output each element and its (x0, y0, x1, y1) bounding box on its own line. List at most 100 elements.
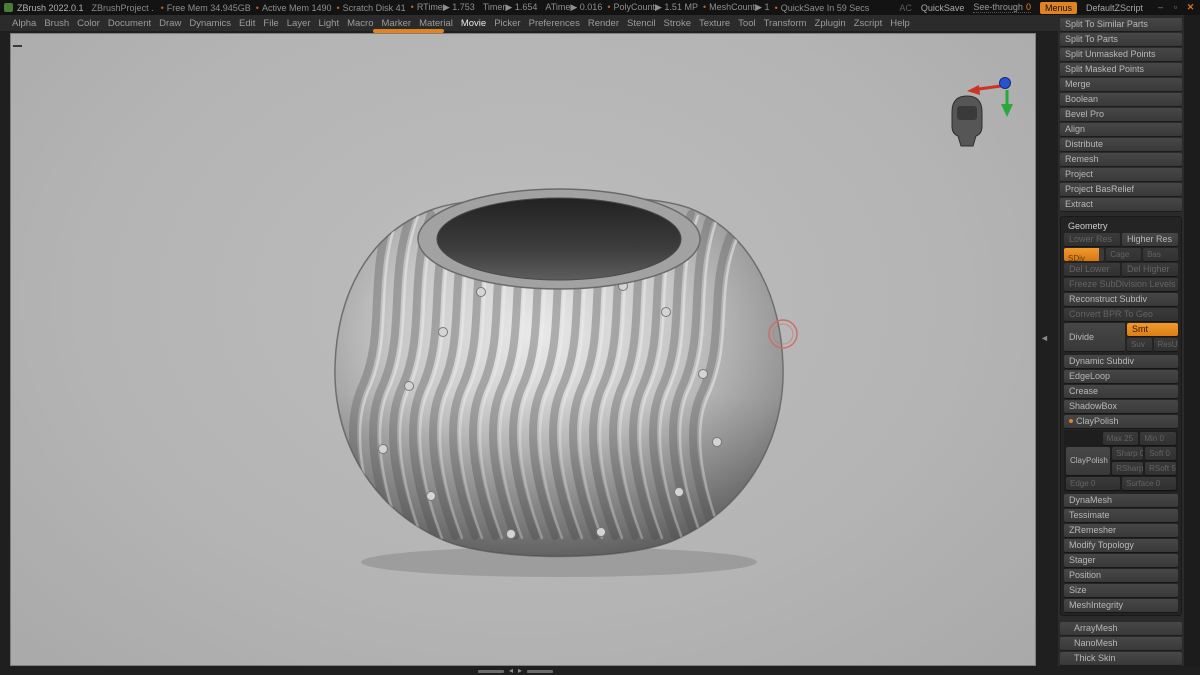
btn-split-to-similar-parts[interactable]: Split To Similar Parts (1060, 18, 1182, 31)
btn-claypolish[interactable]: ClayPolish (1066, 447, 1111, 475)
menu-texture[interactable]: Texture (695, 18, 734, 29)
btn-split-to-parts[interactable]: Split To Parts (1060, 33, 1182, 46)
toggle-suv[interactable]: Suv (1127, 338, 1152, 351)
btn-lower-res[interactable]: Lower Res (1064, 233, 1120, 246)
menu-material[interactable]: Material (415, 18, 457, 29)
menu-dynamics[interactable]: Dynamics (185, 18, 235, 29)
btn-convert-bpr-to-geo[interactable]: Convert BPR To Geo (1064, 308, 1178, 321)
btn-bas[interactable]: Bas (1143, 248, 1178, 261)
section-dynamic-subdiv[interactable]: Dynamic Subdiv (1064, 355, 1178, 368)
quicksave-button[interactable]: QuickSave (921, 3, 965, 13)
close-button[interactable]: ✕ (1184, 1, 1197, 14)
menu-stencil[interactable]: Stencil (623, 18, 660, 29)
menu-light[interactable]: Light (314, 18, 343, 29)
slider-clay-min[interactable]: Min 0 (1140, 432, 1176, 445)
section-edgeloop[interactable]: EdgeLoop (1064, 370, 1178, 383)
slider-clay-soft[interactable]: Soft 0 (1145, 447, 1176, 460)
toggle-smt[interactable]: Smt (1127, 323, 1178, 336)
sdiv-slider[interactable]: SDiv (1064, 248, 1105, 261)
menu-tool[interactable]: Tool (734, 18, 759, 29)
minimize-button[interactable]: – (1154, 1, 1167, 14)
menu-file[interactable]: File (259, 18, 282, 29)
section-size[interactable]: Size (1064, 584, 1178, 597)
btn-boolean[interactable]: Boolean (1060, 93, 1182, 106)
btn-project[interactable]: Project (1060, 168, 1182, 181)
geometry-header[interactable]: Geometry (1064, 220, 1178, 233)
btn-merge[interactable]: Merge (1060, 78, 1182, 91)
btn-del-higher[interactable]: Del Higher (1122, 263, 1178, 276)
toggle-resuv[interactable]: ResUV (1153, 338, 1179, 351)
menu-draw[interactable]: Draw (155, 18, 185, 29)
stat-bullet: • (255, 2, 259, 13)
sculpted-mesh[interactable] (334, 188, 784, 558)
stat-bullet: • (336, 2, 340, 13)
stat-free-mem: • Free Mem 34.945GB (160, 2, 251, 13)
menu-movie[interactable]: Movie (457, 18, 490, 29)
btn-project-basrelief[interactable]: Project BasRelief (1060, 183, 1182, 196)
btn-cage[interactable]: Cage (1106, 248, 1142, 261)
scrub-right-arrow-icon[interactable]: ▸ (518, 667, 522, 675)
btn-distribute[interactable]: Distribute (1060, 138, 1182, 151)
slider-clay-rsharp[interactable]: RSharp (1112, 462, 1144, 475)
scrub-left-arrow-icon[interactable]: ◂ (509, 667, 513, 675)
active-menu-indicator (373, 29, 444, 33)
section-crease[interactable]: Crease (1064, 385, 1178, 398)
btn-extract[interactable]: Extract (1060, 198, 1182, 211)
btn-reconstruct-subdiv[interactable]: Reconstruct Subdiv (1064, 293, 1178, 306)
section-position[interactable]: Position (1064, 569, 1178, 582)
slider-clay-max[interactable]: Max 25 (1102, 432, 1139, 445)
timeline-scrubber[interactable]: ◂ ▸ (478, 667, 572, 675)
subpalette-arraymesh[interactable]: ArrayMesh (1060, 622, 1182, 635)
menu-brush[interactable]: Brush (40, 18, 73, 29)
menus-button[interactable]: Menus (1039, 1, 1077, 14)
default-zscript-button[interactable]: DefaultZScript (1086, 3, 1143, 13)
x-axis-arrow-icon (967, 85, 980, 95)
see-through-slider[interactable]: See-through 0 (973, 2, 1031, 13)
menu-preferences[interactable]: Preferences (525, 18, 584, 29)
menu-zplugin[interactable]: Zplugin (811, 18, 850, 29)
section-claypolish[interactable]: ClayPolish (1064, 415, 1178, 428)
menu-zscript[interactable]: Zscript (850, 18, 887, 29)
menu-color[interactable]: Color (73, 18, 104, 29)
section-dynamesh[interactable]: DynaMesh (1064, 494, 1178, 507)
menu-render[interactable]: Render (584, 18, 623, 29)
subpalette-thick-skin[interactable]: Thick Skin (1060, 652, 1182, 665)
menu-alpha[interactable]: Alpha (8, 18, 40, 29)
section-zremesher[interactable]: ZRemesher (1064, 524, 1178, 537)
btn-freeze-subdivision-levels[interactable]: Freeze SubDivision Levels (1064, 278, 1178, 291)
subpalette-nanomesh[interactable]: NanoMesh (1060, 637, 1182, 650)
menu-bar: Alpha Brush Color Document Draw Dynamics… (0, 15, 1058, 31)
btn-bevel-pro[interactable]: Bevel Pro (1060, 108, 1182, 121)
section-meshintegrity[interactable]: MeshIntegrity (1064, 599, 1178, 612)
btn-remesh[interactable]: Remesh (1060, 153, 1182, 166)
menu-marker[interactable]: Marker (378, 18, 416, 29)
menu-document[interactable]: Document (104, 18, 155, 29)
section-shadowbox[interactable]: ShadowBox (1064, 400, 1178, 413)
maximize-button[interactable]: ▫ (1169, 1, 1182, 14)
menu-macro[interactable]: Macro (343, 18, 377, 29)
menu-transform[interactable]: Transform (760, 18, 811, 29)
menu-help[interactable]: Help (886, 18, 914, 29)
btn-divide[interactable]: Divide (1064, 323, 1126, 351)
slider-clay-edge[interactable]: Edge 0 (1066, 477, 1120, 490)
canvas-tray-divider-arrow-icon[interactable]: ◄ (1040, 334, 1049, 343)
slider-clay-surface[interactable]: Surface 0 (1122, 477, 1176, 490)
stat-meshcount: • MeshCount▶ 1 (702, 2, 770, 12)
menu-picker[interactable]: Picker (490, 18, 524, 29)
slider-clay-sharp[interactable]: Sharp 0 (1112, 447, 1144, 460)
ac-label: AC (899, 2, 912, 13)
menu-layer[interactable]: Layer (283, 18, 315, 29)
section-stager[interactable]: Stager (1064, 554, 1178, 567)
section-tessimate[interactable]: Tessimate (1064, 509, 1178, 522)
btn-align[interactable]: Align (1060, 123, 1182, 136)
btn-split-masked-points[interactable]: Split Masked Points (1060, 63, 1182, 76)
menu-stroke[interactable]: Stroke (660, 18, 695, 29)
menu-edit[interactable]: Edit (235, 18, 259, 29)
slider-clay-rsoft[interactable]: RSoft 5 (1145, 462, 1176, 475)
btn-higher-res[interactable]: Higher Res (1122, 233, 1178, 246)
document-viewport[interactable] (10, 33, 1036, 666)
camview-widget[interactable] (951, 77, 1013, 147)
btn-split-unmasked-points[interactable]: Split Unmasked Points (1060, 48, 1182, 61)
section-modify-topology[interactable]: Modify Topology (1064, 539, 1178, 552)
btn-del-lower[interactable]: Del Lower (1064, 263, 1120, 276)
